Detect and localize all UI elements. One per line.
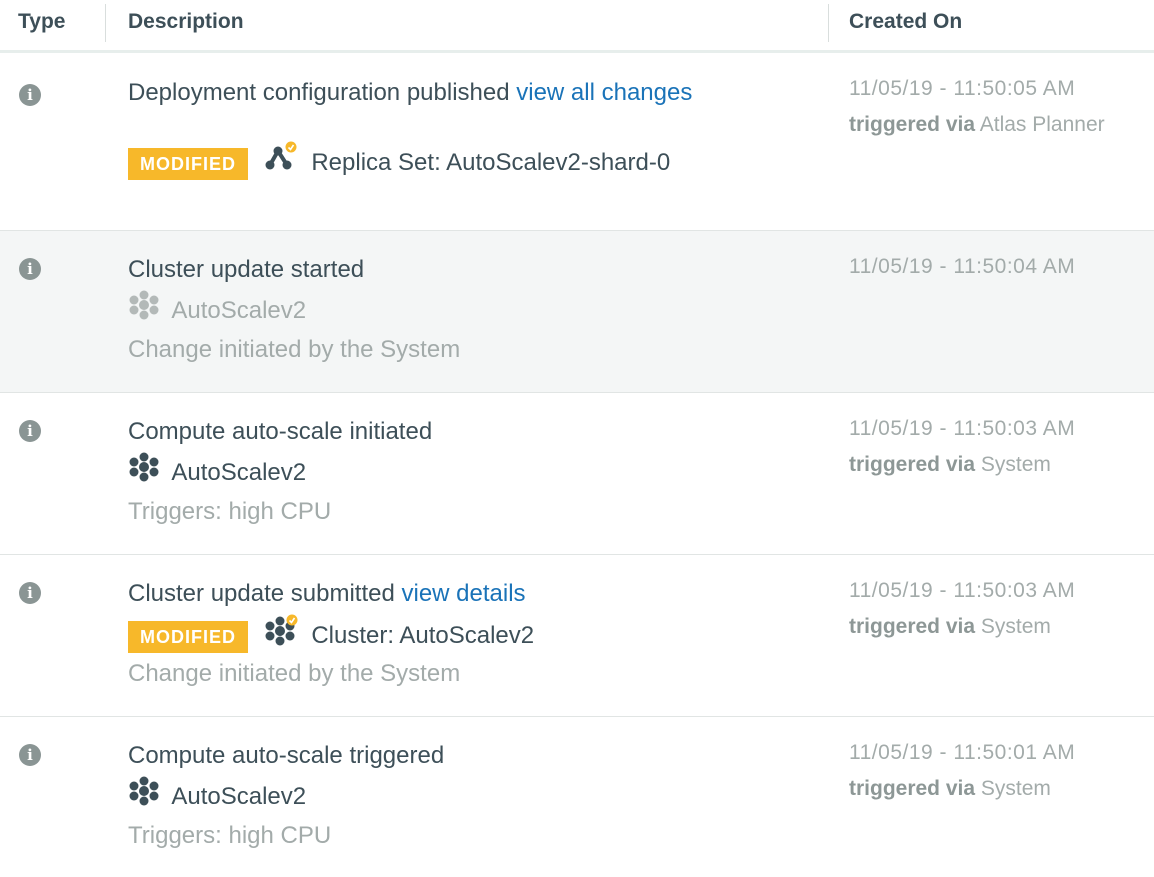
- triggered-via-label: triggered via: [849, 113, 976, 136]
- table-row: i Deployment configuration published vie…: [0, 53, 1154, 231]
- item-label: Cluster: AutoScalev2: [311, 621, 535, 649]
- table-row: i Cluster update started AutoScalev2 Cha…: [0, 231, 1154, 393]
- description-column-header[interactable]: Description: [128, 0, 244, 42]
- cluster-icon: [128, 290, 160, 333]
- info-icon: i: [19, 744, 41, 766]
- event-timestamp: 11/05/19 - 11:50:04 AM: [849, 255, 1076, 278]
- event-note: Triggers: high CPU: [128, 822, 332, 849]
- row-created-on: 11/05/19 - 11:50:04 AM: [849, 249, 1075, 285]
- triggered-via-label: triggered via: [849, 777, 976, 800]
- view-details-link[interactable]: view details: [401, 580, 525, 607]
- row-created-on: 11/05/19 - 11:50:05 AM triggered via Atl…: [849, 71, 1105, 143]
- row-description: Compute auto-scale triggered AutoScalev2…: [128, 736, 444, 856]
- triggered-via-label: triggered via: [849, 615, 976, 638]
- info-icon: i: [19, 582, 41, 604]
- event-timestamp: 11/05/19 - 11:50:05 AM: [849, 77, 1076, 100]
- row-description: Deployment configuration published view …: [128, 73, 692, 181]
- event-note: Change initiated by the System: [128, 336, 461, 363]
- row-created-on: 11/05/19 - 11:50:03 AM triggered via Sys…: [849, 411, 1075, 483]
- triggered-by-value: Atlas Planner: [979, 113, 1105, 136]
- event-timestamp: 11/05/19 - 11:50:03 AM: [849, 579, 1076, 602]
- item-label: AutoScalev2: [171, 296, 307, 324]
- view-all-changes-link[interactable]: view all changes: [516, 79, 692, 106]
- event-note: Triggers: high CPU: [128, 498, 332, 525]
- info-icon: i: [19, 258, 41, 280]
- item-label: Replica Set: AutoScalev2-shard-0: [311, 148, 671, 176]
- column-divider[interactable]: [105, 4, 106, 42]
- event-title: Cluster update submitted: [128, 580, 395, 607]
- event-timestamp: 11/05/19 - 11:50:03 AM: [849, 417, 1076, 440]
- table-row: i Compute auto-scale initiated AutoScale…: [0, 393, 1154, 555]
- row-description: Cluster update submitted view details MO…: [128, 574, 534, 694]
- type-column-header[interactable]: Type: [18, 0, 65, 42]
- event-title: Cluster update started: [128, 256, 365, 283]
- item-label: AutoScalev2: [171, 458, 307, 486]
- column-divider[interactable]: [828, 4, 829, 42]
- event-title: Compute auto-scale triggered: [128, 742, 445, 769]
- table-row: i Cluster update submitted view details …: [0, 555, 1154, 717]
- info-icon: i: [19, 84, 41, 106]
- modified-badge: MODIFIED: [128, 147, 248, 180]
- triggered-via-label: triggered via: [849, 453, 976, 476]
- event-timestamp: 11/05/19 - 11:50:01 AM: [849, 741, 1076, 764]
- info-icon: i: [19, 420, 41, 442]
- triggered-by-value: System: [980, 615, 1051, 638]
- replica-set-icon: [265, 141, 299, 186]
- created-on-column-header[interactable]: Created On: [849, 0, 962, 42]
- table-header: Type Description Created On: [0, 0, 1154, 53]
- event-title: Deployment configuration published: [128, 79, 510, 106]
- row-description: Cluster update started AutoScalev2 Chang…: [128, 250, 460, 370]
- item-label: AutoScalev2: [171, 782, 307, 810]
- event-title: Compute auto-scale initiated: [128, 418, 433, 445]
- table-row: i Compute auto-scale triggered AutoScale…: [0, 717, 1154, 877]
- row-description: Compute auto-scale initiated AutoScalev2…: [128, 412, 432, 532]
- cluster-icon: [128, 776, 160, 819]
- triggered-by-value: System: [980, 777, 1051, 800]
- cluster-icon: [265, 614, 299, 659]
- cluster-icon: [128, 452, 160, 495]
- row-created-on: 11/05/19 - 11:50:03 AM triggered via Sys…: [849, 573, 1075, 645]
- modified-badge: MODIFIED: [128, 620, 248, 653]
- triggered-by-value: System: [980, 453, 1051, 476]
- row-created-on: 11/05/19 - 11:50:01 AM triggered via Sys…: [849, 735, 1075, 807]
- event-note: Change initiated by the System: [128, 660, 461, 687]
